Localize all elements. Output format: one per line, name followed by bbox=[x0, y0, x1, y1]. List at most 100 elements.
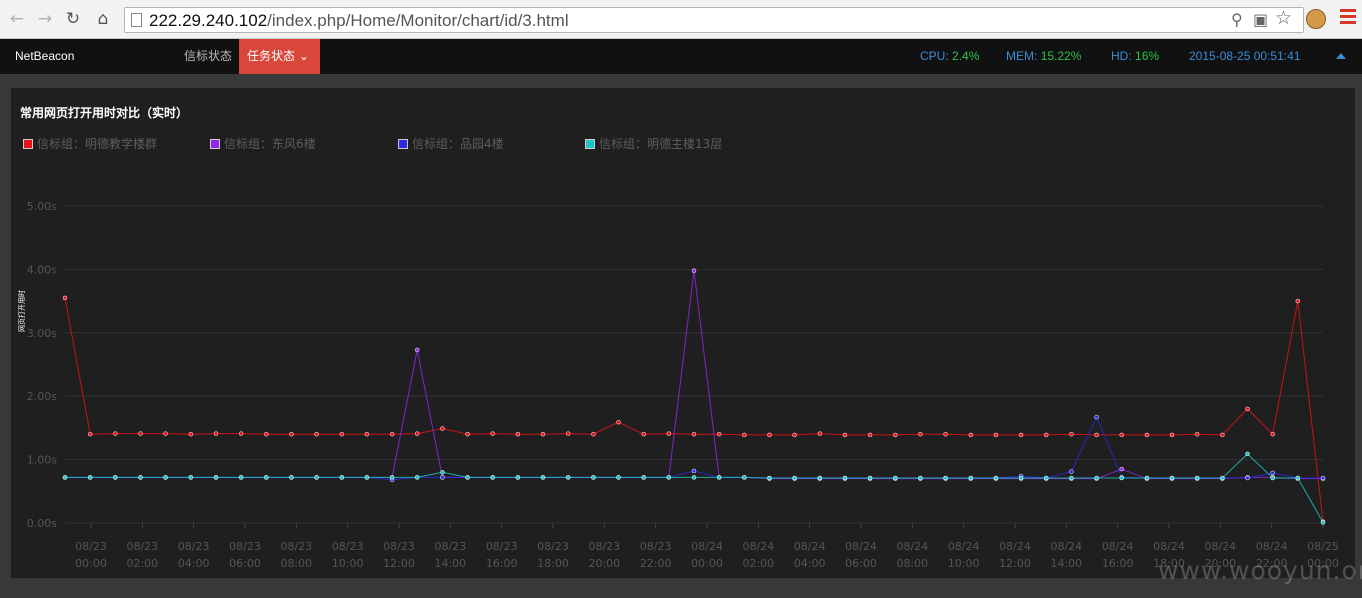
data-point-s0 bbox=[565, 431, 571, 436]
data-point-s0 bbox=[1220, 432, 1225, 438]
translate-icon[interactable]: ▣ bbox=[1253, 11, 1268, 29]
data-point-s3 bbox=[188, 475, 194, 480]
data-point-s0 bbox=[641, 431, 646, 437]
data-point-s3 bbox=[993, 475, 999, 481]
data-point-s3 bbox=[389, 475, 395, 480]
data-point-s0 bbox=[1169, 432, 1175, 438]
server-datetime: 2015-08-25 00:51:41 bbox=[1189, 49, 1301, 63]
arrow-right-icon[interactable]: → bbox=[34, 8, 56, 30]
data-point-s3 bbox=[591, 475, 596, 480]
x-tick-label-time: 10:00 bbox=[332, 557, 364, 570]
data-point-s3 bbox=[943, 475, 948, 481]
x-tick-label-date: 08/23 bbox=[332, 540, 364, 553]
data-point-s0 bbox=[691, 431, 697, 437]
home-icon[interactable]: ⌂ bbox=[92, 8, 114, 30]
x-tick-label-date: 08/24 bbox=[691, 540, 723, 553]
data-point-s3 bbox=[163, 475, 168, 480]
data-point-s0 bbox=[1043, 432, 1049, 438]
data-point-s3 bbox=[968, 475, 974, 481]
x-tick-label-date: 08/23 bbox=[588, 540, 620, 553]
bookmark-star-icon[interactable]: ☆ bbox=[1275, 9, 1292, 28]
x-tick-label-time: 04:00 bbox=[794, 557, 826, 570]
data-point-s3 bbox=[792, 475, 797, 481]
data-point-s0 bbox=[238, 431, 244, 436]
x-tick-label-date: 08/23 bbox=[178, 540, 210, 553]
x-tick-label-date: 08/24 bbox=[1050, 540, 1082, 553]
y-tick-label: 3.00s bbox=[27, 327, 57, 340]
y-tick-label: 5.00s bbox=[27, 200, 57, 213]
data-point-s2 bbox=[1270, 470, 1275, 476]
brand-logo[interactable]: NetBeacon bbox=[15, 49, 74, 63]
data-point-s0 bbox=[1144, 432, 1150, 438]
data-point-s3 bbox=[817, 475, 823, 481]
x-tick-label-date: 08/24 bbox=[1153, 540, 1185, 553]
x-tick-label-date: 08/23 bbox=[640, 540, 672, 553]
x-tick-label-time: 02:00 bbox=[126, 557, 158, 570]
data-point-s3 bbox=[1320, 520, 1326, 525]
nav-task-status[interactable]: 任务状态 ⌄ bbox=[239, 39, 320, 74]
x-tick-label-time: 00:00 bbox=[691, 557, 723, 570]
data-point-s0 bbox=[490, 431, 495, 436]
series-line-3 bbox=[65, 453, 1324, 523]
x-tick-label-time: 00:00 bbox=[75, 557, 107, 570]
x-tick-label-time: 22:00 bbox=[640, 557, 672, 570]
data-point-s3 bbox=[289, 475, 294, 480]
cookie-extension-icon[interactable] bbox=[1306, 9, 1326, 29]
data-point-s0 bbox=[113, 431, 118, 436]
x-tick-label-date: 08/24 bbox=[896, 540, 928, 553]
data-point-s0 bbox=[1094, 432, 1099, 438]
hd-value: 16% bbox=[1135, 49, 1160, 63]
data-point-s3 bbox=[716, 475, 722, 480]
x-tick-label-time: 08:00 bbox=[896, 557, 928, 570]
x-tick-label-date: 08/23 bbox=[126, 540, 158, 553]
data-point-s1 bbox=[1119, 466, 1124, 472]
x-tick-label-time: 06:00 bbox=[845, 557, 877, 570]
x-tick-label-date: 08/24 bbox=[948, 540, 980, 553]
data-point-s0 bbox=[1194, 431, 1200, 437]
data-point-s0 bbox=[163, 431, 168, 436]
y-tick-label: 0.00s bbox=[27, 517, 57, 530]
url-text: 222.29.240.102/index.php/Home/Monitor/ch… bbox=[149, 11, 569, 31]
zoom-icon[interactable]: ⚲ bbox=[1231, 11, 1243, 29]
data-point-s3 bbox=[490, 475, 495, 480]
mem-value: 15.22% bbox=[1040, 49, 1082, 63]
data-point-s0 bbox=[666, 431, 672, 436]
data-point-s3 bbox=[1144, 475, 1150, 481]
data-point-s0 bbox=[968, 432, 974, 438]
data-point-s1 bbox=[414, 347, 420, 353]
data-point-s2 bbox=[440, 475, 445, 480]
mem-stat: MEM: 15.22% bbox=[1006, 49, 1081, 63]
x-tick-label-date: 08/24 bbox=[845, 540, 877, 553]
address-bar[interactable]: 222.29.240.102/index.php/Home/Monitor/ch… bbox=[124, 7, 1304, 33]
x-tick-label-date: 08/23 bbox=[486, 540, 518, 553]
data-point-s3 bbox=[1169, 475, 1175, 481]
data-point-s0 bbox=[893, 432, 898, 438]
x-tick-label-time: 02:00 bbox=[742, 557, 774, 570]
x-tick-label-date: 08/23 bbox=[383, 540, 415, 553]
data-point-s3 bbox=[565, 475, 571, 480]
chart-panel: 常用网页打开用时对比（实时） 信标组：明德教学楼群 信标组：东风6楼 信标组：品… bbox=[11, 88, 1355, 578]
data-point-s0 bbox=[943, 431, 948, 437]
x-tick-label-time: 08:00 bbox=[280, 557, 312, 570]
x-tick-label-time: 20:00 bbox=[588, 557, 620, 570]
y-tick-label: 2.00s bbox=[27, 390, 57, 403]
collapse-up-icon[interactable] bbox=[1336, 53, 1346, 59]
data-point-s0 bbox=[339, 431, 345, 437]
data-point-s3 bbox=[138, 475, 143, 480]
data-point-s0 bbox=[1119, 432, 1124, 438]
x-tick-label-date: 08/23 bbox=[434, 540, 466, 553]
chart-plot: 0.00s 1.00s 2.00s 3.00s 4.00s 5.00s 网页打开用时 08/2… bbox=[17, 200, 1339, 570]
data-point-s3 bbox=[867, 475, 873, 481]
nav-beacon-status[interactable]: 信标状态 bbox=[176, 39, 240, 74]
data-point-s3 bbox=[666, 475, 672, 480]
data-point-s3 bbox=[1094, 475, 1099, 481]
x-tick-label-date: 08/24 bbox=[999, 540, 1031, 553]
data-point-s3 bbox=[364, 475, 370, 480]
arrow-left-icon[interactable]: ← bbox=[6, 8, 28, 30]
data-point-s3 bbox=[616, 475, 621, 480]
data-point-s0 bbox=[1245, 406, 1250, 412]
url-host: 222.29.240.102 bbox=[149, 11, 268, 30]
browser-menu-icon[interactable] bbox=[1340, 9, 1356, 27]
x-tick-label-time: 12:00 bbox=[383, 557, 415, 570]
reload-icon[interactable]: ↻ bbox=[62, 8, 84, 30]
